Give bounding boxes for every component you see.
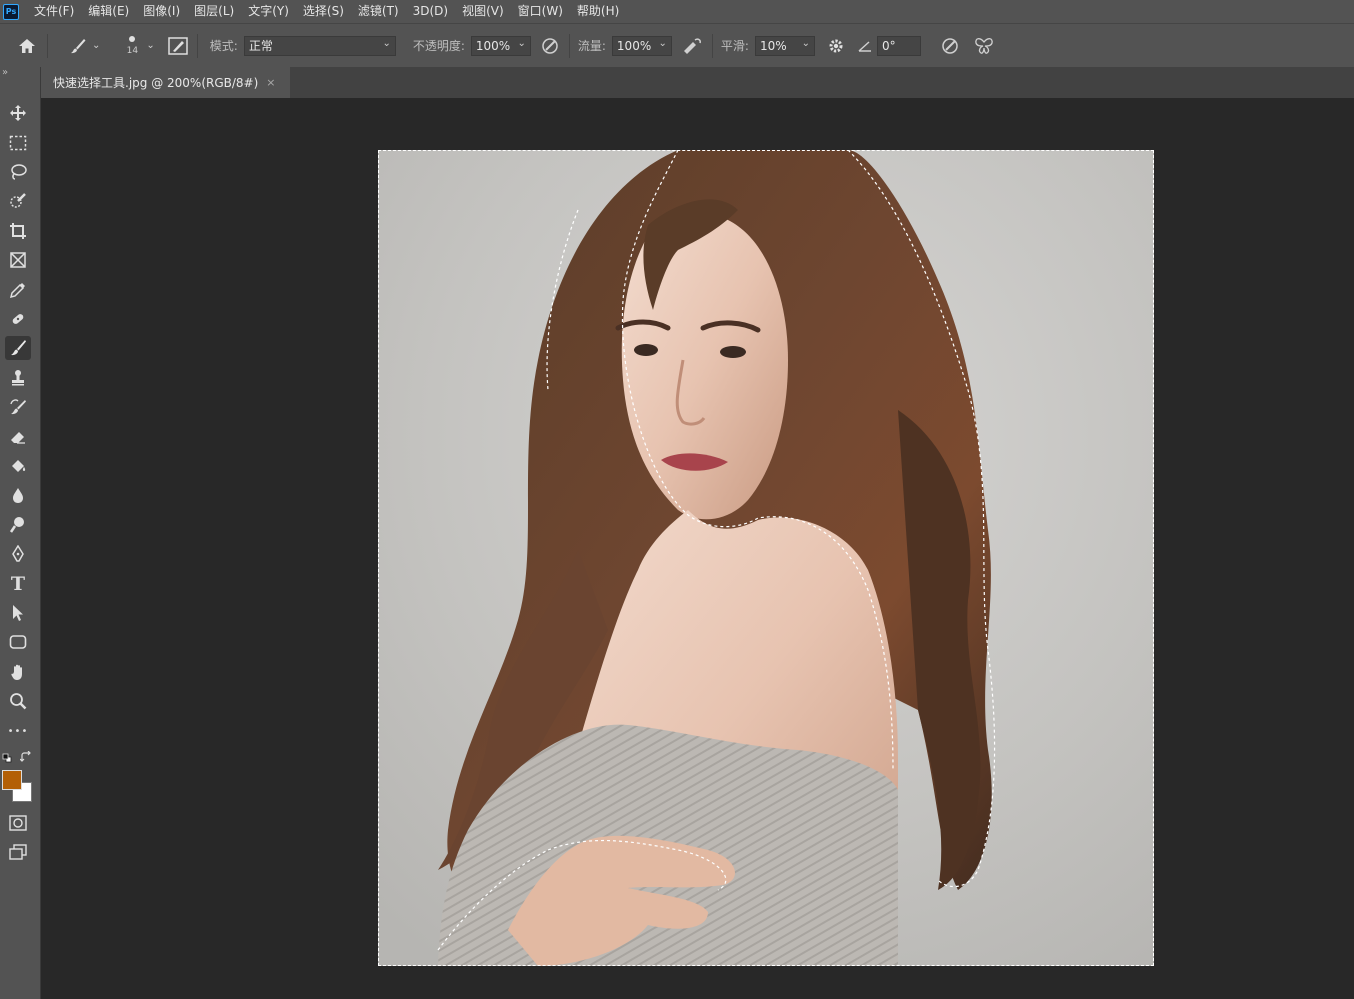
menu-view[interactable]: 视图(V) xyxy=(455,0,511,23)
menu-type[interactable]: 文字(Y) xyxy=(241,0,296,23)
quick-mask-icon[interactable] xyxy=(5,811,31,835)
angle-icon xyxy=(855,40,875,52)
pen-tool-icon[interactable] xyxy=(5,542,31,566)
angle-input[interactable]: 0° xyxy=(876,35,921,56)
opacity-label: 不透明度: xyxy=(412,39,465,53)
brush-tool-icon[interactable] xyxy=(5,336,31,360)
document-canvas-image[interactable] xyxy=(378,150,1154,966)
flow-label: 流量: xyxy=(577,39,606,53)
angle-value: 0° xyxy=(881,38,896,53)
smoothing-options-gear-icon[interactable] xyxy=(825,37,847,55)
menu-help[interactable]: 帮助(H) xyxy=(570,0,626,23)
chevron-down-icon: ⌄ xyxy=(382,37,391,49)
hand-tool-icon[interactable] xyxy=(5,660,31,684)
chevron-down-icon[interactable]: ⌄ xyxy=(146,40,154,51)
document-tab[interactable]: 快速选择工具.jpg @ 200%(RGB/8#) × xyxy=(41,67,290,98)
dodge-tool-icon[interactable] xyxy=(5,513,31,537)
chevron-down-icon[interactable]: ⌄ xyxy=(659,38,667,49)
menu-layer[interactable]: 图层(L) xyxy=(187,0,241,23)
zoom-tool-icon[interactable] xyxy=(5,689,31,713)
pressure-size-icon[interactable] xyxy=(939,36,961,56)
smoothing-value: 10% xyxy=(759,38,787,53)
lasso-tool-icon[interactable] xyxy=(5,160,31,184)
history-brush-tool-icon[interactable] xyxy=(5,395,31,419)
mode-label: 模式: xyxy=(209,39,238,53)
brush-size-picker[interactable]: 14 xyxy=(122,35,142,56)
chevron-down-icon[interactable]: ⌄ xyxy=(802,38,810,49)
edit-toolbar-more-icon[interactable]: ••• xyxy=(5,719,31,743)
frame-tool-icon[interactable] xyxy=(5,248,31,272)
rectangle-tool-icon[interactable] xyxy=(5,630,31,654)
chevron-down-icon[interactable]: ⌄ xyxy=(92,40,100,51)
pressure-opacity-icon[interactable] xyxy=(539,36,561,56)
chevron-down-icon[interactable]: ⌄ xyxy=(517,38,525,49)
opacity-input[interactable]: 100% ⌄ xyxy=(470,35,531,56)
foreground-color-swatch[interactable] xyxy=(2,770,22,790)
type-tool-icon[interactable]: T xyxy=(5,572,31,596)
default-colors-icon[interactable] xyxy=(2,752,12,763)
menu-file[interactable]: 文件(F) xyxy=(27,0,81,23)
opacity-value: 100% xyxy=(475,38,511,53)
quick-selection-tool-icon[interactable] xyxy=(5,189,31,213)
crop-tool-icon[interactable] xyxy=(5,219,31,243)
eyedropper-tool-icon[interactable] xyxy=(5,278,31,302)
mode-select[interactable]: 正常 ⌄ xyxy=(243,35,396,56)
swap-colors-icon[interactable] xyxy=(19,750,32,763)
collapse-toolbar-button[interactable]: » xyxy=(2,67,8,78)
menu-3d[interactable]: 3D(D) xyxy=(406,0,455,23)
menu-edit[interactable]: 编辑(E) xyxy=(81,0,136,23)
eraser-tool-icon[interactable] xyxy=(5,425,31,449)
menu-filter[interactable]: 滤镜(T) xyxy=(351,0,406,23)
tools-panel: » T ••• xyxy=(0,67,41,999)
flow-input[interactable]: 100% ⌄ xyxy=(611,35,672,56)
menu-window[interactable]: 窗口(W) xyxy=(511,0,570,23)
document-tab-title: 快速选择工具.jpg @ 200%(RGB/8#) xyxy=(53,76,259,90)
close-tab-button[interactable]: × xyxy=(266,76,275,89)
rectangular-marquee-tool-icon[interactable] xyxy=(5,131,31,155)
screen-mode-icon[interactable] xyxy=(5,840,31,864)
blur-tool-icon[interactable] xyxy=(5,483,31,507)
airbrush-icon[interactable] xyxy=(680,37,704,55)
flow-value: 100% xyxy=(616,38,652,53)
document-tab-bar: 快速选择工具.jpg @ 200%(RGB/8#) × xyxy=(41,67,1354,98)
brush-size-value: 14 xyxy=(126,46,139,56)
mode-value: 正常 xyxy=(248,39,273,53)
home-icon[interactable] xyxy=(15,38,39,54)
menu-image[interactable]: 图像(I) xyxy=(136,0,187,23)
path-selection-tool-icon[interactable] xyxy=(5,601,31,625)
menu-bar: Ps 文件(F) 编辑(E) 图像(I) 图层(L) 文字(Y) 选择(S) 滤… xyxy=(0,0,1354,23)
brush-preset-icon[interactable] xyxy=(68,37,88,55)
paint-bucket-tool-icon[interactable] xyxy=(5,454,31,478)
healing-brush-tool-icon[interactable] xyxy=(5,307,31,331)
move-tool-icon[interactable] xyxy=(5,101,31,125)
symmetry-butterfly-icon[interactable] xyxy=(973,37,995,55)
smoothing-label: 平滑: xyxy=(720,39,749,53)
photoshop-logo-icon: Ps xyxy=(3,3,19,20)
clone-stamp-tool-icon[interactable] xyxy=(5,366,31,390)
options-bar: ⌄ 14 ⌄ 模式: 正常 ⌄ 不透明度: 100% ⌄ 流量: 100% ⌄ … xyxy=(0,23,1354,67)
brush-settings-panel-icon[interactable] xyxy=(167,36,189,56)
smoothing-input[interactable]: 10% ⌄ xyxy=(754,35,815,56)
menu-select[interactable]: 选择(S) xyxy=(296,0,351,23)
